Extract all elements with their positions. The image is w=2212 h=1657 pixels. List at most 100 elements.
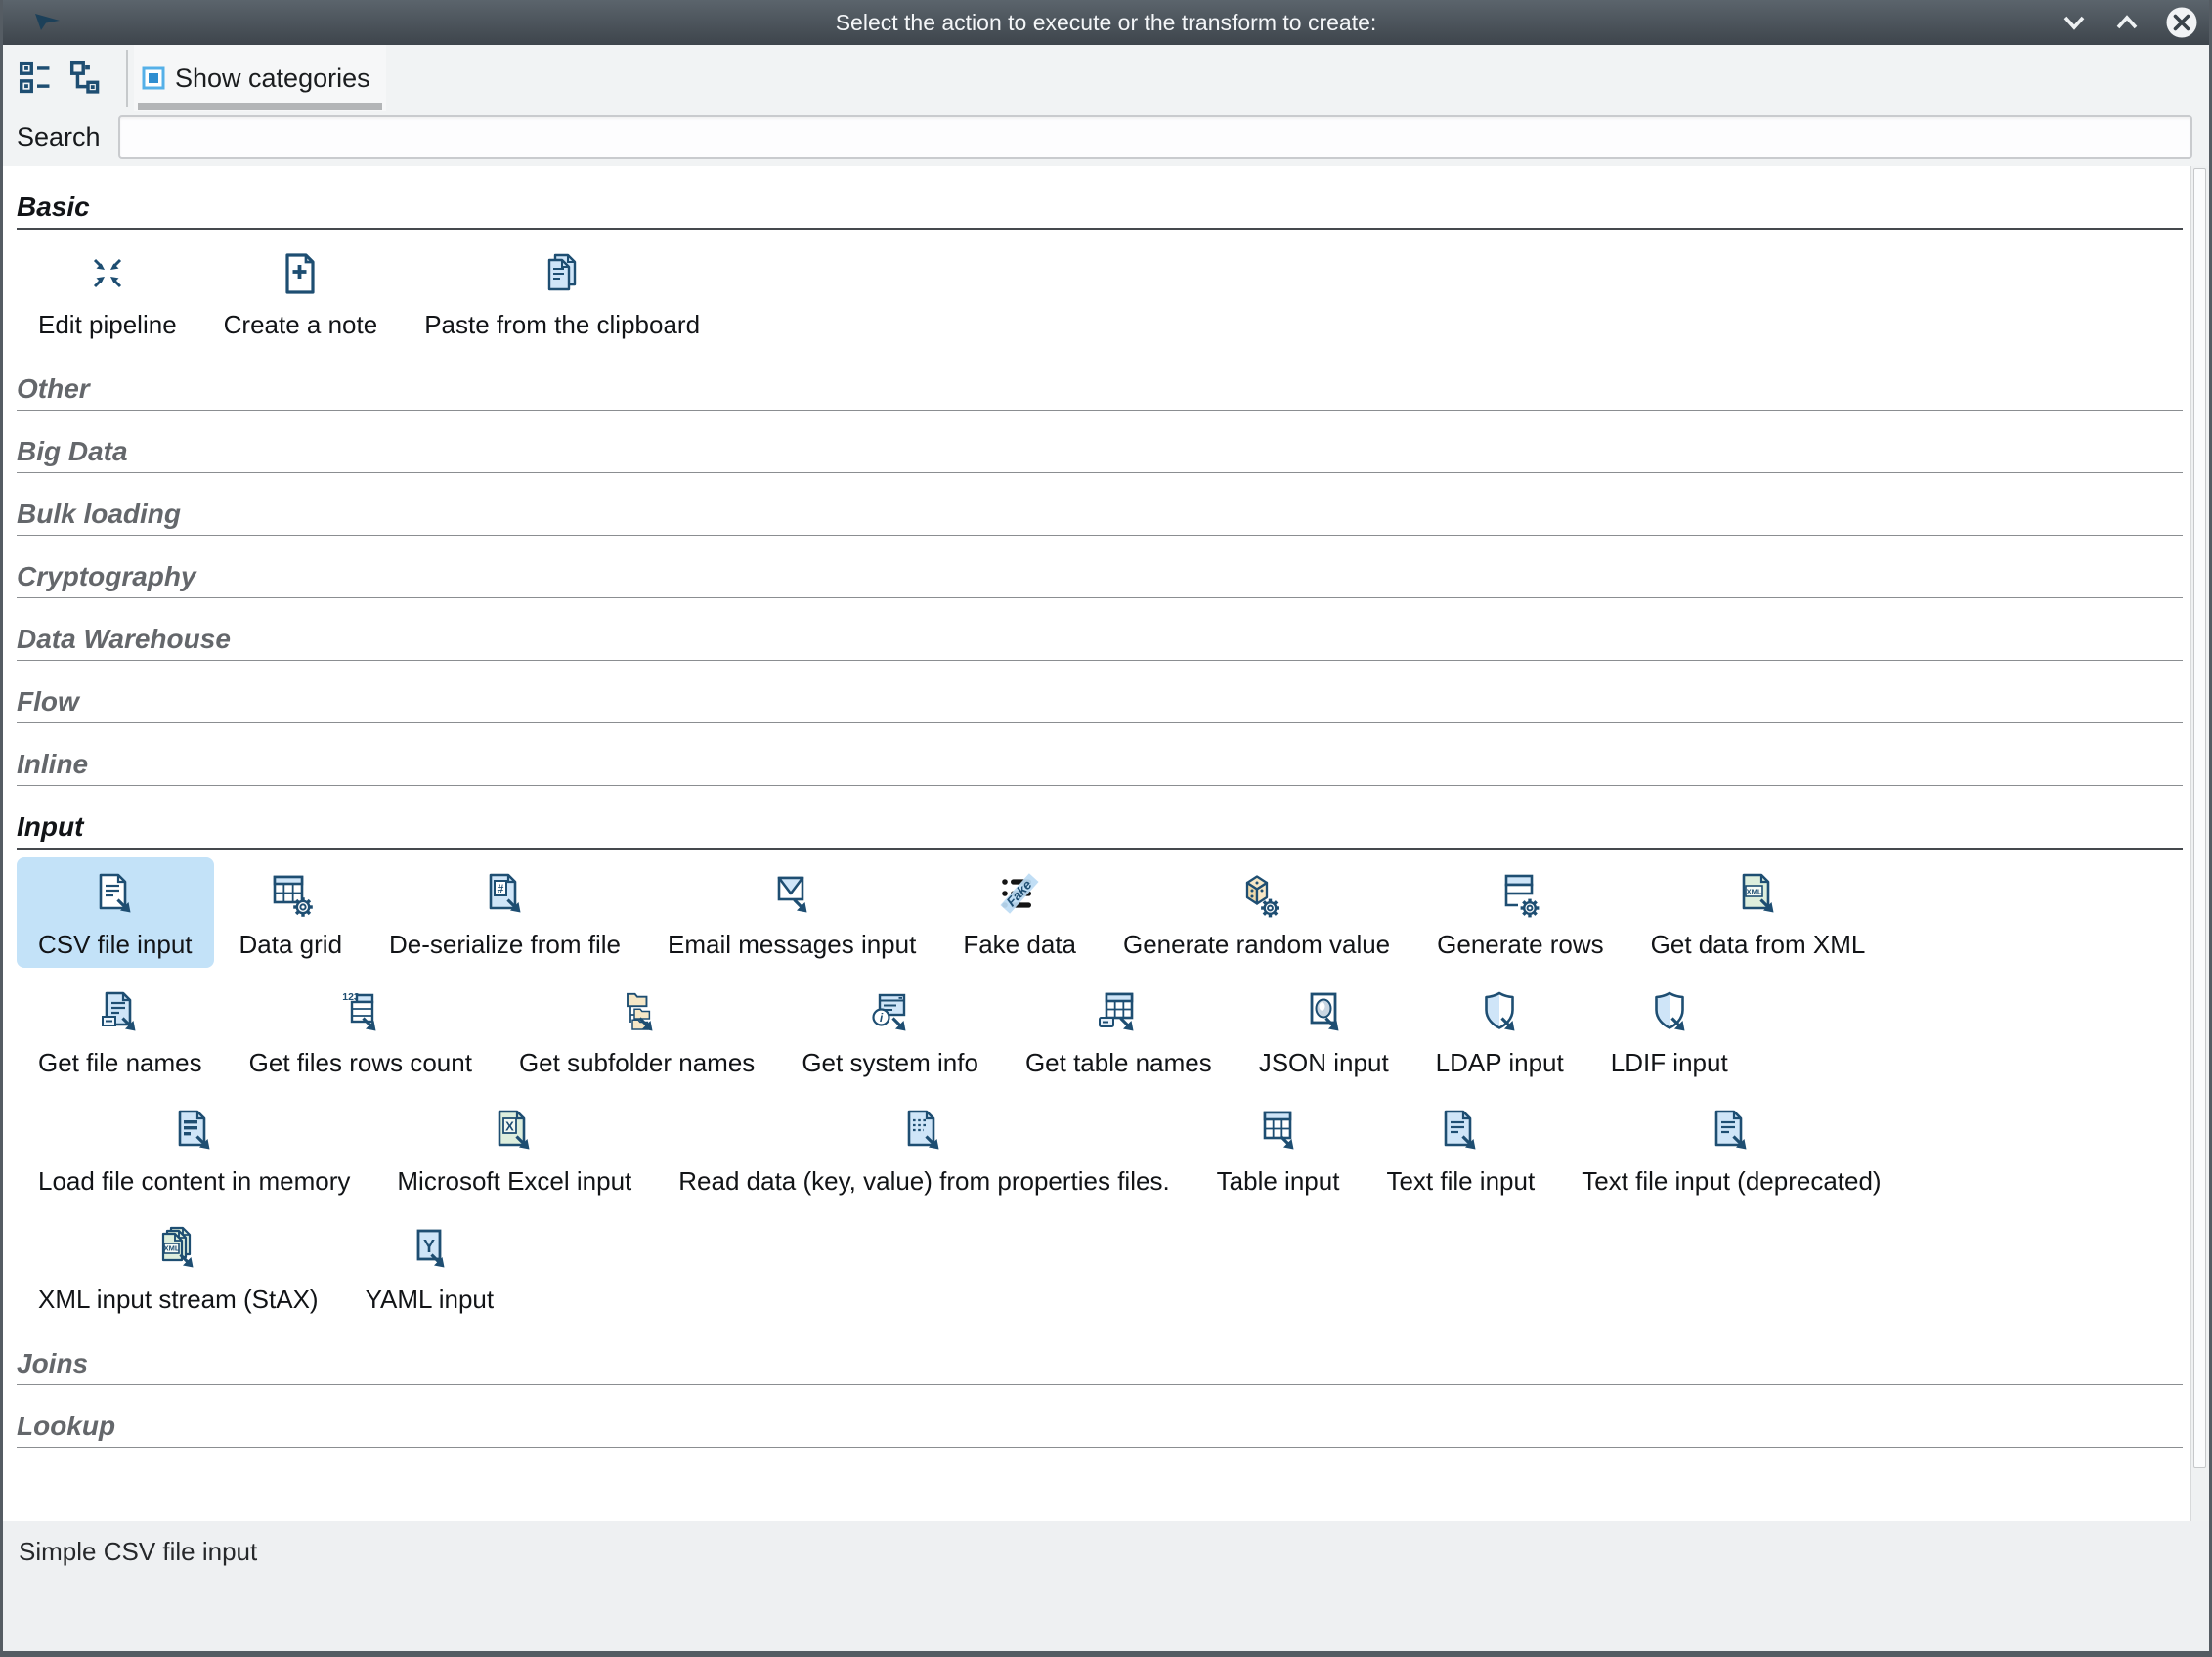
close-icon[interactable] bbox=[2164, 5, 2199, 40]
item-get-subfolder-names[interactable]: Get subfolder names bbox=[498, 976, 776, 1086]
item-ldap-input[interactable]: LDAP input bbox=[1414, 976, 1585, 1086]
item-text-file-input-deprecated[interactable]: Text file input (deprecated) bbox=[1560, 1094, 1902, 1204]
item-get-files-rows-count[interactable]: 123Get files rows count bbox=[228, 976, 494, 1086]
item-xml-input-stream-stax[interactable]: XML XML input stream (StAX) bbox=[17, 1212, 340, 1323]
item-generate-random-value[interactable]: Generate random value bbox=[1102, 857, 1411, 968]
item-row: XML XML input stream (StAX) YYAML input bbox=[17, 1212, 2183, 1323]
category-header-inline[interactable]: Inline bbox=[17, 749, 2183, 780]
paste-clipboard-icon bbox=[539, 249, 586, 300]
dialog-title: Select the action to execute or the tran… bbox=[3, 0, 2209, 45]
item-generate-rows[interactable]: Generate rows bbox=[1415, 857, 1626, 968]
category-divider bbox=[17, 597, 2183, 598]
item-label: Load file content in memory bbox=[38, 1166, 350, 1197]
item-get-file-names[interactable]: Get file names bbox=[17, 976, 224, 1086]
item-label: Fake data bbox=[963, 930, 1076, 960]
text-file-input-icon bbox=[1437, 1106, 1484, 1156]
tree-view-icon[interactable] bbox=[65, 56, 110, 101]
csv-file-input-icon bbox=[92, 869, 139, 920]
item-get-table-names[interactable]: Get table names bbox=[1004, 976, 1234, 1086]
show-categories-toggle[interactable]: Show categories bbox=[134, 45, 386, 111]
item-label: Text file input bbox=[1386, 1166, 1535, 1197]
category-header-flow[interactable]: Flow bbox=[17, 686, 2183, 718]
load-file-content-icon bbox=[171, 1106, 218, 1156]
get-file-names-icon bbox=[97, 987, 144, 1038]
get-subfolder-names-icon bbox=[614, 987, 661, 1038]
category-header-basic[interactable]: Basic bbox=[17, 192, 2183, 223]
category-inline: Inline bbox=[17, 749, 2183, 786]
item-email-messages-input[interactable]: Email messages input bbox=[646, 857, 937, 968]
search-input[interactable] bbox=[118, 115, 2192, 159]
scrollbar-thumb[interactable] bbox=[2193, 168, 2206, 1468]
category-divider bbox=[17, 1447, 2183, 1448]
status-bar: Simple CSV file input bbox=[3, 1521, 2209, 1651]
item-label: Generate random value bbox=[1123, 930, 1390, 960]
category-header-lookup[interactable]: Lookup bbox=[17, 1411, 2183, 1442]
item-json-input[interactable]: JSON input bbox=[1237, 976, 1410, 1086]
item-table-input[interactable]: Table input bbox=[1195, 1094, 1362, 1204]
item-label: Read data (key, value) from properties f… bbox=[678, 1166, 1169, 1197]
category-divider bbox=[17, 228, 2183, 230]
item-label: XML input stream (StAX) bbox=[38, 1285, 319, 1315]
item-yaml-input[interactable]: YYAML input bbox=[344, 1212, 516, 1323]
item-label: LDAP input bbox=[1436, 1048, 1564, 1078]
scrollbar[interactable] bbox=[2190, 166, 2209, 1521]
category-header-big-data[interactable]: Big Data bbox=[17, 436, 2183, 467]
item-get-data-from-xml[interactable]: XML Get data from XML bbox=[1629, 857, 1887, 968]
category-joins: Joins bbox=[17, 1348, 2183, 1385]
category-header-bulk-loading[interactable]: Bulk loading bbox=[17, 499, 2183, 530]
toolbar-separator bbox=[126, 50, 128, 107]
category-divider bbox=[17, 535, 2183, 536]
search-row: Search bbox=[3, 115, 2209, 159]
search-label: Search bbox=[17, 122, 101, 153]
item-row: Load file content in memory XMicrosoft Ex… bbox=[17, 1094, 2183, 1204]
item-load-file-content-in-memory[interactable]: Load file content in memory bbox=[17, 1094, 371, 1204]
item-csv-file-input[interactable]: CSV file input bbox=[17, 857, 214, 968]
get-data-from-xml-icon: XML bbox=[1735, 869, 1782, 920]
category-header-cryptography[interactable]: Cryptography bbox=[17, 561, 2183, 592]
category-data-warehouse: Data Warehouse bbox=[17, 624, 2183, 661]
fake-data-icon: Fake bbox=[996, 869, 1043, 920]
svg-text:XML: XML bbox=[164, 1243, 180, 1252]
category-divider bbox=[17, 848, 2183, 850]
item-label: Get data from XML bbox=[1651, 930, 1866, 960]
item-label: LDIF input bbox=[1611, 1048, 1728, 1078]
toolbar: Show categories bbox=[3, 45, 2209, 111]
list-view-icon[interactable] bbox=[15, 56, 60, 101]
chevron-down-icon[interactable] bbox=[2059, 10, 2090, 35]
category-header-other[interactable]: Other bbox=[17, 373, 2183, 405]
category-bulk-loading: Bulk loading bbox=[17, 499, 2183, 536]
email-messages-input-icon bbox=[768, 869, 815, 920]
category-divider bbox=[17, 660, 2183, 661]
item-text-file-input[interactable]: Text file input bbox=[1365, 1094, 1556, 1204]
item-label: Get table names bbox=[1025, 1048, 1212, 1078]
titlebar[interactable]: Select the action to execute or the tran… bbox=[3, 0, 2209, 45]
json-input-icon bbox=[1300, 987, 1347, 1038]
generate-rows-icon bbox=[1496, 869, 1543, 920]
item-paste-from-the-clipboard[interactable]: Paste from the clipboard bbox=[403, 238, 721, 348]
item-label: Email messages input bbox=[668, 930, 916, 960]
item-ldif-input[interactable]: LDIF input bbox=[1589, 976, 1750, 1086]
svg-text:Y: Y bbox=[423, 1237, 435, 1256]
category-input: Input CSV file inputData grid#De-serializ… bbox=[17, 811, 2183, 1323]
category-header-data-warehouse[interactable]: Data Warehouse bbox=[17, 624, 2183, 655]
item-read-data-key-value-from-properties-files[interactable]: Read data (key, value) from properties f… bbox=[657, 1094, 1191, 1204]
category-header-joins[interactable]: Joins bbox=[17, 1348, 2183, 1379]
item-microsoft-excel-input[interactable]: XMicrosoft Excel input bbox=[375, 1094, 653, 1204]
xml-input-stream-stax-icon: XML bbox=[154, 1224, 201, 1275]
ldif-input-icon bbox=[1646, 987, 1693, 1038]
dialog-window: Select the action to execute or the tran… bbox=[0, 0, 2212, 1657]
get-files-rows-count-icon: 123 bbox=[337, 987, 384, 1038]
item-fake-data[interactable]: Fake Fake data bbox=[941, 857, 1098, 968]
item-data-grid[interactable]: Data grid bbox=[218, 857, 365, 968]
item-label: Get subfolder names bbox=[519, 1048, 755, 1078]
get-system-info-icon: i bbox=[867, 987, 914, 1038]
svg-text:#: # bbox=[497, 882, 503, 895]
item-edit-pipeline[interactable]: Edit pipeline bbox=[17, 238, 198, 348]
chevron-up-icon[interactable] bbox=[2111, 10, 2143, 35]
item-de-serialize-from-file[interactable]: #De-serialize from file bbox=[368, 857, 642, 968]
svg-text:X: X bbox=[505, 1119, 514, 1134]
item-create-a-note[interactable]: Create a note bbox=[202, 238, 400, 348]
checkbox-checked-icon[interactable] bbox=[142, 66, 165, 90]
item-get-system-info[interactable]: iGet system info bbox=[780, 976, 1000, 1086]
category-header-input[interactable]: Input bbox=[17, 811, 2183, 843]
